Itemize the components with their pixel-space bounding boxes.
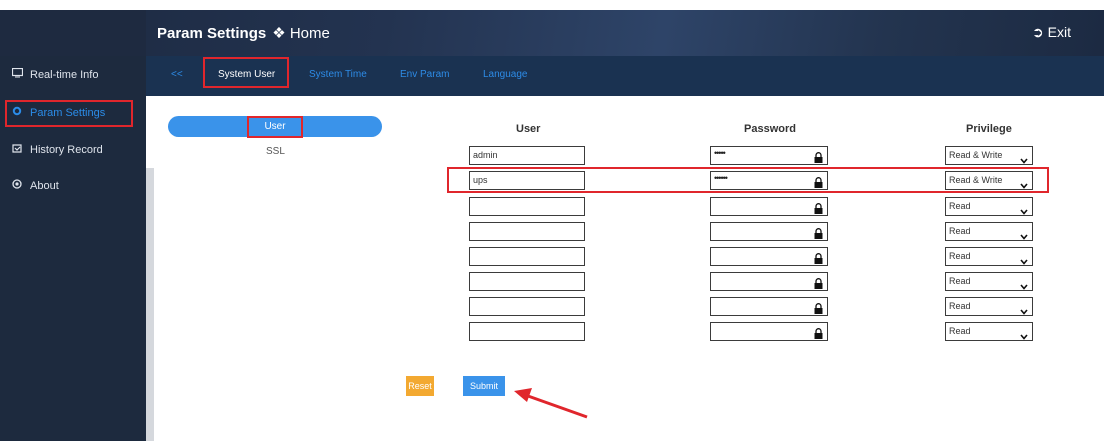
tab-env-param[interactable]: Env Param (400, 69, 449, 80)
sidebar-highlight-box (5, 100, 133, 127)
user-name-input[interactable] (469, 272, 585, 291)
tab-system-time[interactable]: System Time (309, 69, 367, 80)
privilege-value: Read (949, 226, 971, 236)
privilege-select[interactable]: Read (945, 222, 1033, 241)
user-name-input[interactable]: admin (469, 146, 585, 165)
tab-back[interactable]: << (171, 69, 183, 80)
sidebar-item-realtime-info[interactable]: Real-time Info (0, 60, 146, 90)
sidebar-item-label: Real-time Info (30, 69, 99, 81)
exit-button[interactable]: ➲ Exit (1032, 24, 1071, 41)
privilege-value: Read (949, 326, 971, 336)
privilege-select[interactable]: Read (945, 322, 1033, 341)
privilege-select[interactable]: Read (945, 272, 1033, 291)
lock-icon (814, 301, 823, 314)
exit-label: Exit (1047, 24, 1071, 40)
user-name-input[interactable] (469, 247, 585, 266)
privilege-value: Read (949, 301, 971, 311)
column-header-privilege: Privilege (966, 123, 1012, 135)
row-highlight-box (447, 167, 1049, 193)
table-row: Read (0, 197, 1104, 218)
privilege-value: Read (949, 201, 971, 211)
privilege-value: Read (949, 276, 971, 286)
app-header: Param Settings ❖ Home ➲ Exit (0, 10, 1104, 56)
reset-button[interactable]: Reset (406, 376, 434, 396)
tab-language[interactable]: Language (483, 69, 528, 80)
chevron-down-icon (1020, 153, 1028, 164)
table-row: Read (0, 322, 1104, 343)
home-label: Home (289, 25, 330, 42)
page-title: Param Settings ❖ Home (157, 24, 330, 42)
table-row: admin ••••• Read & Write (0, 146, 1104, 167)
table-row: Read (0, 272, 1104, 293)
chevron-down-icon (1020, 329, 1028, 340)
password-input[interactable] (710, 197, 828, 216)
lock-icon (814, 326, 823, 339)
page-title-text: Param Settings (157, 25, 267, 42)
password-input[interactable] (710, 272, 828, 291)
column-header-user: User (516, 123, 541, 135)
submit-button[interactable]: Submit (463, 376, 505, 396)
lock-icon (814, 226, 823, 239)
column-header-password: Password (744, 123, 796, 135)
chevron-down-icon (1020, 204, 1028, 215)
password-input[interactable] (710, 297, 828, 316)
password-input[interactable]: ••••• (710, 146, 828, 165)
chevron-down-icon (1020, 254, 1028, 265)
tab-bar: << System User System Time Env Param Lan… (146, 56, 1104, 96)
table-row: Read (0, 222, 1104, 243)
user-name-input[interactable] (469, 297, 585, 316)
chevron-down-icon (1020, 304, 1028, 315)
privilege-select[interactable]: Read & Write (945, 146, 1033, 165)
password-input[interactable] (710, 322, 828, 341)
exit-icon: ➲ (1032, 24, 1044, 40)
table-row: Read (0, 297, 1104, 318)
lock-icon (814, 251, 823, 264)
chevron-down-icon (1020, 229, 1028, 240)
privilege-value: Read (949, 251, 971, 261)
tab-highlight-box (203, 57, 289, 88)
subnav-highlight-box (247, 116, 303, 138)
header-logo-area (0, 10, 146, 56)
table-row: Read (0, 247, 1104, 268)
home-icon: ❖ (272, 25, 286, 42)
privilege-select[interactable]: Read (945, 297, 1033, 316)
privilege-select[interactable]: Read (945, 247, 1033, 266)
privilege-select[interactable]: Read (945, 197, 1033, 216)
monitor-icon (10, 60, 24, 90)
user-name-input[interactable] (469, 197, 585, 216)
home-link[interactable]: ❖ Home (272, 25, 330, 42)
top-strip (0, 0, 1104, 10)
password-input[interactable] (710, 247, 828, 266)
user-name-input[interactable] (469, 222, 585, 241)
chevron-down-icon (1020, 279, 1028, 290)
user-name-input[interactable] (469, 322, 585, 341)
privilege-value: Read & Write (949, 150, 1003, 160)
lock-icon (814, 201, 823, 214)
password-value: ••••• (714, 148, 726, 158)
password-input[interactable] (710, 222, 828, 241)
lock-icon (814, 276, 823, 289)
lock-icon (814, 150, 823, 163)
